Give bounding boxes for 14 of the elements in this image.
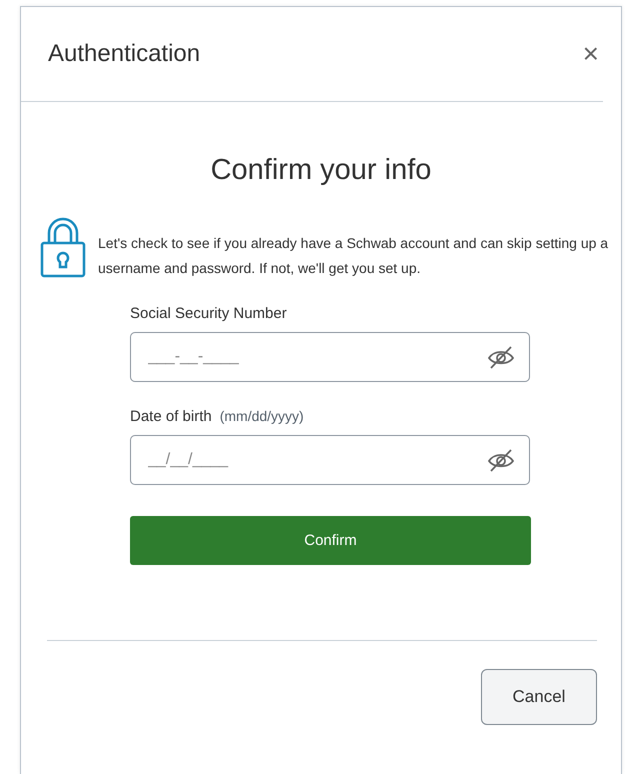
input-field[interactable]: __/__/____	[130, 435, 530, 485]
dialog-title: Authentication	[48, 40, 200, 68]
lock-icon	[40, 217, 86, 278]
info-message: Let's check to see if you already have a Schwab account and can skip setting up a username and password. If not, we'll get you set up.	[98, 234, 610, 278]
input-field[interactable]: ___-__-____	[130, 332, 530, 382]
field-label: Social Security Number	[130, 305, 287, 322]
close-button[interactable]: ×	[578, 40, 603, 68]
format-hint: (mm/dd/yyyy)	[220, 408, 304, 424]
confirm-button[interactable]: Confirm	[130, 516, 531, 565]
hidden-eye-icon[interactable]	[486, 448, 516, 472]
field-label: Date of birth	[130, 408, 212, 425]
cancel-button[interactable]: Cancel	[481, 669, 597, 725]
heading: Confirm your info	[210, 154, 432, 187]
hidden-eye-icon[interactable]	[486, 345, 516, 369]
